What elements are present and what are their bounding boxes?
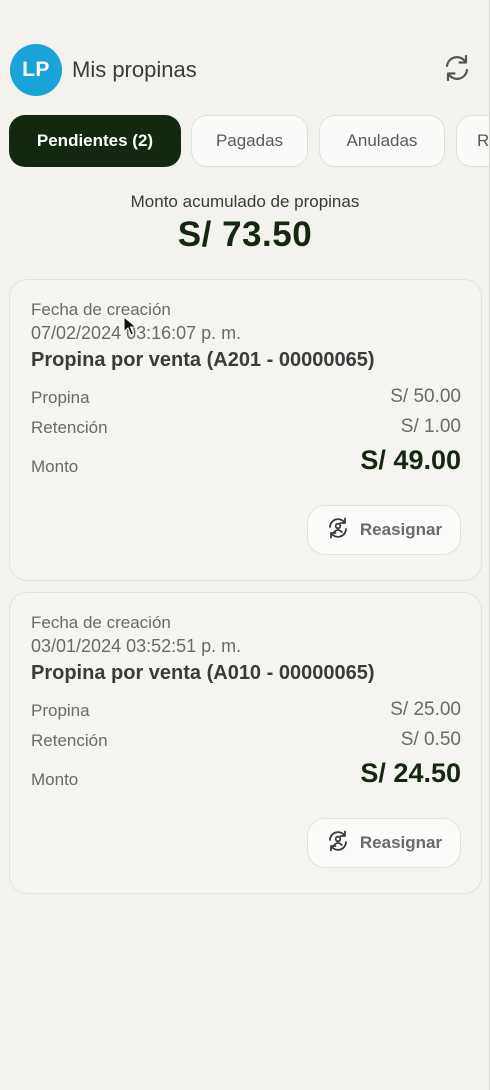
mouse-cursor-icon bbox=[123, 315, 138, 341]
tab-pendientes[interactable]: Pendientes (2) bbox=[9, 115, 181, 167]
status-tabs: Pendientes (2) Pagadas Anuladas R bbox=[9, 115, 489, 167]
reassign-icon bbox=[326, 516, 350, 545]
summary-label: Monto acumulado de propinas bbox=[130, 192, 360, 211]
reassign-label: Reasignar bbox=[359, 520, 443, 539]
refresh-icon bbox=[442, 53, 472, 88]
propina-label: Propina bbox=[31, 701, 90, 720]
propina-value: S/ 50.00 bbox=[390, 386, 461, 407]
reassign-button[interactable]: Reasignar bbox=[307, 818, 461, 868]
monto-label: Monto bbox=[31, 457, 79, 476]
page-title: Mis propinas bbox=[72, 57, 197, 82]
retencion-value: S/ 1.00 bbox=[400, 416, 461, 437]
tip-title: Propina por venta (A010 - 00000065) bbox=[31, 662, 375, 684]
monto-label: Monto bbox=[31, 770, 79, 789]
tip-card: Fecha de creación 07/02/2024 03:16:07 p.… bbox=[9, 279, 482, 581]
reassign-button[interactable]: Reasignar bbox=[307, 505, 461, 555]
retencion-value: S/ 0.50 bbox=[400, 729, 461, 750]
propina-value: S/ 25.00 bbox=[390, 699, 461, 720]
propina-label: Propina bbox=[31, 388, 90, 407]
monto-value: S/ 24.50 bbox=[360, 758, 461, 788]
tips-screen: LP Mis propinas Pendientes (2) Pagadas A… bbox=[0, 0, 490, 1090]
retencion-label: Retención bbox=[31, 731, 108, 750]
accumulated-summary: Monto acumulado de propinas S/ 73.50 bbox=[0, 192, 490, 255]
avatar[interactable]: LP bbox=[10, 44, 62, 96]
created-date: 03/01/2024 03:52:51 p. m. bbox=[31, 636, 242, 656]
tab-anuladas[interactable]: Anuladas bbox=[319, 115, 445, 167]
summary-amount: S/ 73.50 bbox=[177, 215, 313, 254]
reassign-icon bbox=[326, 829, 350, 858]
reassign-label: Reasignar bbox=[359, 833, 443, 852]
created-label: Fecha de creación bbox=[31, 300, 171, 319]
tip-title: Propina por venta (A201 - 00000065) bbox=[31, 349, 375, 371]
created-label: Fecha de creación bbox=[31, 613, 171, 632]
monto-value: S/ 49.00 bbox=[360, 445, 461, 475]
app-header: LP Mis propinas bbox=[10, 43, 475, 97]
tab-pagadas[interactable]: Pagadas bbox=[191, 115, 308, 167]
tab-more[interactable]: R bbox=[456, 115, 489, 167]
refresh-button[interactable] bbox=[439, 52, 475, 88]
retencion-label: Retención bbox=[31, 418, 108, 437]
tip-card: Fecha de creación 03/01/2024 03:52:51 p.… bbox=[9, 592, 482, 894]
